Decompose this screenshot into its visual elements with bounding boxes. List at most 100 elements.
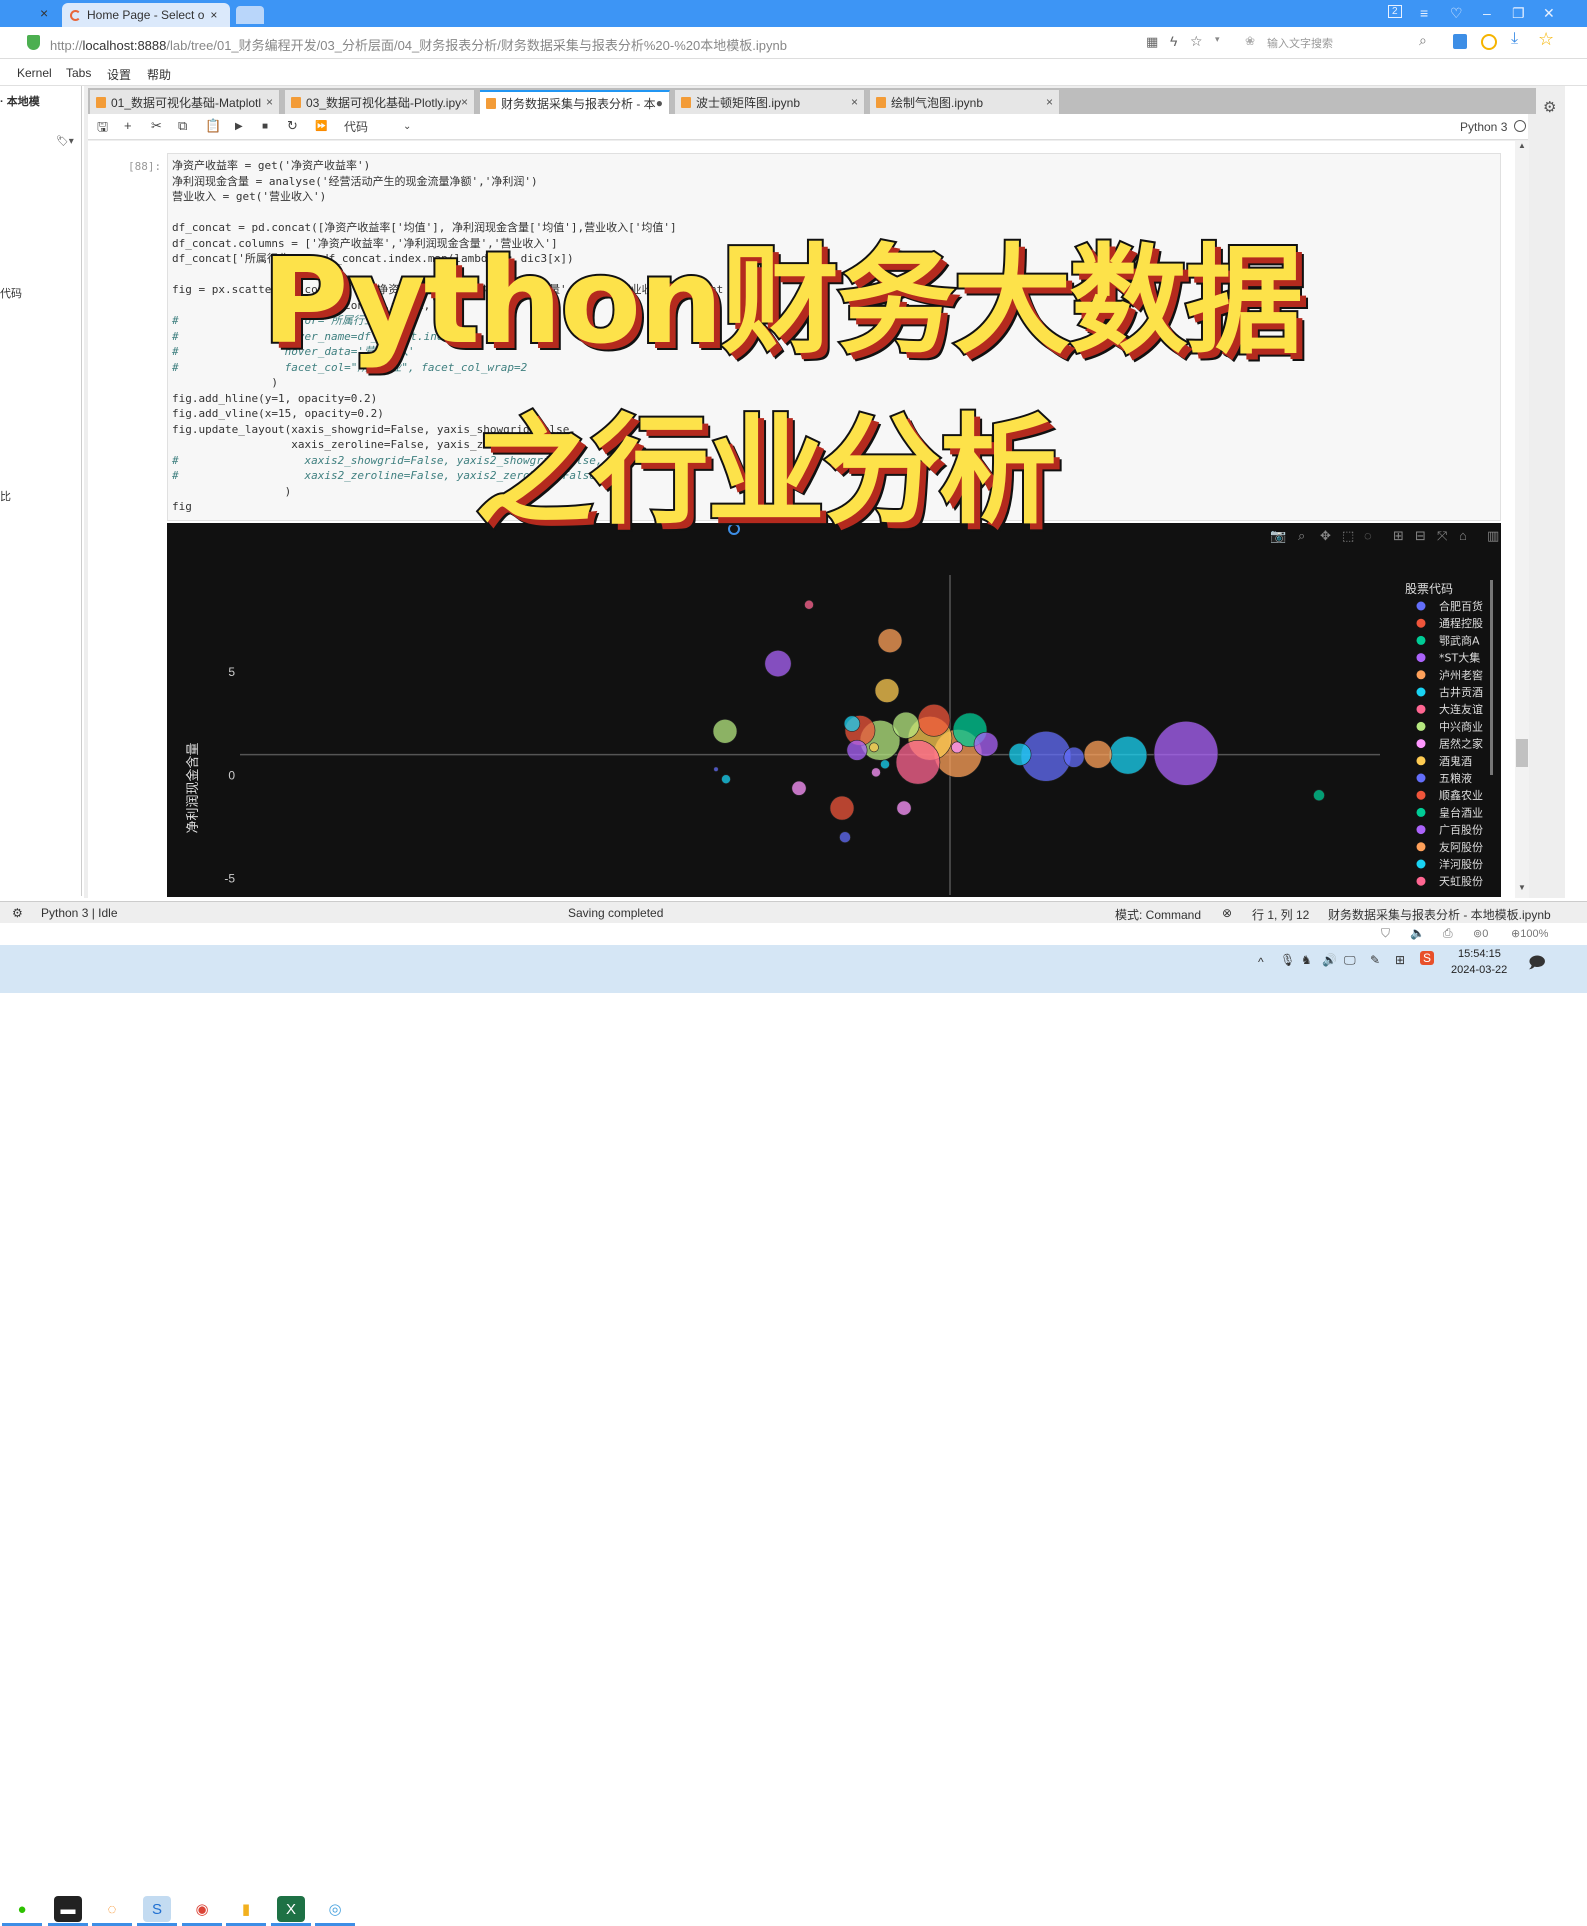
zoom-icon[interactable]: ⌕	[1298, 528, 1305, 543]
run-icon[interactable]: ▶	[235, 121, 243, 132]
legend-marker[interactable]	[1416, 653, 1426, 663]
legend-item[interactable]: 五粮液	[1439, 771, 1472, 785]
bubble-point[interactable]	[829, 795, 855, 821]
qq-icon[interactable]: ♞	[1301, 953, 1312, 967]
chevron-down-icon[interactable]: ▾	[1215, 34, 1220, 45]
scroll-up-icon[interactable]: ▲	[1518, 141, 1526, 150]
restore-button[interactable]: ❐	[1512, 5, 1525, 22]
wechat-icon[interactable]: ●	[8, 1896, 36, 1922]
close-tab-button[interactable]: ×	[266, 95, 273, 109]
bubble-point[interactable]	[1083, 740, 1113, 769]
legend-item[interactable]: 古井贡酒	[1439, 685, 1483, 699]
legend-marker[interactable]	[1416, 704, 1426, 714]
file-item[interactable]: 比	[0, 488, 11, 504]
legend-marker[interactable]	[1416, 825, 1426, 835]
legend-item[interactable]: 广百股份	[1439, 824, 1483, 837]
legend-item[interactable]: 大连友谊	[1439, 702, 1483, 716]
box-select-icon[interactable]: ⬚	[1342, 528, 1354, 543]
clock-date[interactable]: 2024-03-22	[1451, 964, 1507, 976]
bubble-point[interactable]	[880, 759, 890, 770]
plotly-logo-icon[interactable]: ▥	[1487, 528, 1499, 543]
breadcrumb[interactable]: · 本地模	[0, 93, 40, 109]
qr-icon[interactable]: ▦	[1146, 34, 1158, 50]
menu-settings[interactable]: 设置	[107, 66, 131, 83]
legend-item[interactable]: 天虹股份	[1439, 875, 1483, 888]
legend-item[interactable]: 合肥百货	[1439, 599, 1483, 613]
legend-marker[interactable]	[1416, 842, 1426, 852]
close-window-button[interactable]: ✕	[1543, 5, 1555, 22]
close-tab-button[interactable]: ×	[461, 95, 468, 109]
tag-icon[interactable]: 🏷▾	[56, 136, 74, 147]
notebook-tab[interactable]: 财务数据采集与报表分析 - 本 ●	[480, 90, 670, 114]
bubble-point[interactable]	[712, 719, 738, 744]
window-count-badge[interactable]: 2	[1388, 5, 1402, 18]
legend-item[interactable]: 泸州老窖	[1439, 668, 1483, 682]
ime-icon[interactable]: ⊞	[1395, 953, 1405, 967]
app-icon[interactable]: ◎	[321, 1896, 349, 1922]
legend-item[interactable]: 顺鑫农业	[1439, 788, 1483, 802]
legend-item[interactable]: 皇台酒业	[1439, 805, 1483, 819]
bubble-point[interactable]	[1063, 746, 1085, 768]
security-icon[interactable]: ⛉	[1381, 926, 1390, 941]
bubble-point[interactable]	[877, 628, 903, 653]
bubble-point[interactable]	[896, 800, 912, 816]
menu-kernel[interactable]: Kernel	[17, 66, 52, 80]
bubble-point[interactable]	[713, 766, 719, 772]
scroll-down-icon[interactable]: ▼	[1518, 883, 1526, 892]
cell-type-select[interactable]: 代码	[344, 118, 368, 135]
legend-item[interactable]: 中兴商业	[1439, 719, 1483, 733]
close-prev-tab-button[interactable]: ×	[40, 5, 48, 21]
clock-time[interactable]: 15:54:15	[1458, 948, 1501, 960]
close-tab-button[interactable]: ×	[1046, 95, 1053, 109]
sound-icon[interactable]: 🔈	[1410, 926, 1425, 940]
legend-marker[interactable]	[1416, 773, 1426, 783]
bubble-point[interactable]	[1153, 721, 1219, 786]
legend-marker[interactable]	[1416, 687, 1426, 697]
search-input[interactable]: 输入文字搜索	[1267, 35, 1333, 51]
legend-item[interactable]: 洋河股份	[1439, 857, 1483, 871]
legend-item[interactable]: 居然之家	[1439, 737, 1483, 751]
cut-icon[interactable]: ✂	[151, 118, 162, 134]
legend-marker[interactable]	[1416, 721, 1426, 731]
run-all-icon[interactable]: ⏩	[315, 121, 327, 132]
autoscale-icon[interactable]: ⤧	[1437, 528, 1448, 543]
excel-icon[interactable]: X	[277, 1896, 305, 1922]
legend-marker[interactable]	[1416, 739, 1426, 749]
zoom-out-icon[interactable]: ⊟	[1415, 528, 1426, 543]
zoom-in-icon[interactable]: ⊞	[1393, 528, 1404, 543]
property-inspector-icon[interactable]: ⚙	[1543, 98, 1556, 116]
new-tab-button[interactable]	[236, 6, 264, 24]
download-icon[interactable]: ⤓	[1511, 30, 1518, 48]
browser-tab-home[interactable]: Home Page - Select o ×	[62, 3, 230, 27]
bubble-point[interactable]	[843, 715, 861, 732]
translate-icon[interactable]	[1453, 34, 1467, 49]
legend-marker[interactable]	[1416, 756, 1426, 766]
scrollbar-thumb[interactable]	[1516, 739, 1528, 767]
bubble-point[interactable]	[804, 599, 814, 610]
stop-icon[interactable]: ■	[262, 121, 268, 132]
lasso-icon[interactable]: ◌	[1364, 528, 1372, 543]
close-tab-button[interactable]: ●	[656, 96, 663, 110]
pan-icon[interactable]: ✥	[1320, 528, 1331, 543]
plotly-chart[interactable]: 5 0 -5 净利润现金含量 股票代码 合肥百货 通程控股 鄂武商A *ST大集 泸州老窖 古井贡酒…	[167, 523, 1501, 897]
close-tab-button[interactable]: ×	[851, 95, 858, 109]
menu-tabs[interactable]: Tabs	[66, 66, 91, 80]
legend-item[interactable]: 友阿股份	[1439, 840, 1483, 854]
chrome-icon[interactable]: ◉	[188, 1896, 216, 1922]
bubble-point[interactable]	[892, 711, 920, 739]
legend-marker[interactable]	[1416, 635, 1426, 645]
legend-item[interactable]: *ST大集	[1439, 651, 1480, 665]
sogou-icon[interactable]: S	[1420, 951, 1435, 965]
jupyter-icon[interactable]: ◌	[98, 1896, 126, 1922]
legend-item[interactable]: 鄂武商A	[1439, 633, 1480, 647]
bubble-point[interactable]	[791, 780, 807, 796]
restart-icon[interactable]: ↻	[287, 118, 298, 134]
zoom-control[interactable]: ⊕100%	[1511, 927, 1548, 940]
star-icon[interactable]: ☆	[1190, 33, 1203, 50]
favorites-icon[interactable]: ☆	[1538, 29, 1554, 50]
file-explorer-icon[interactable]: ▮	[232, 1896, 260, 1922]
legend-marker[interactable]	[1416, 807, 1426, 817]
bubble-point[interactable]	[1313, 789, 1325, 802]
bubble-point[interactable]	[973, 732, 999, 757]
legend-marker[interactable]	[1416, 601, 1426, 611]
